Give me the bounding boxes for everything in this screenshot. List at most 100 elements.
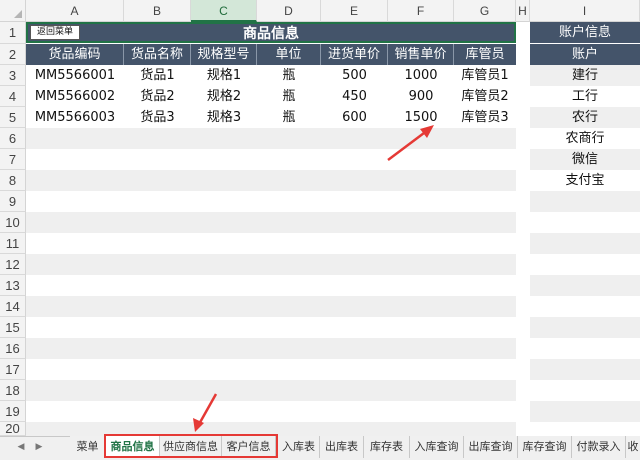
row-band-11[interactable]	[26, 233, 516, 254]
account-item[interactable]: 农商行	[530, 128, 640, 149]
row-header-4[interactable]: 4	[0, 86, 26, 107]
cell-unit[interactable]: 瓶	[257, 65, 321, 86]
cell-purchase-price[interactable]: 450	[321, 86, 388, 107]
column-header-a[interactable]: A	[26, 0, 124, 22]
row-header-1[interactable]: 1	[0, 22, 26, 44]
sheet-tab-inbound-query[interactable]: 入库查询	[410, 436, 464, 458]
cell-item-name[interactable]: 货品2	[124, 86, 191, 107]
row-band-6[interactable]	[26, 128, 516, 149]
header-keeper: 库管员	[454, 44, 516, 65]
cell-spec[interactable]: 规格1	[191, 65, 257, 86]
row-band-13[interactable]	[26, 275, 516, 296]
row-header-6[interactable]: 6	[0, 128, 26, 149]
row-band-19[interactable]	[26, 401, 516, 422]
row-band-12[interactable]	[26, 254, 516, 275]
row-header-18[interactable]: 18	[0, 380, 26, 401]
row-header-8[interactable]: 8	[0, 170, 26, 191]
row-band-18[interactable]	[26, 380, 516, 401]
cell-item-code[interactable]: MM5566001	[26, 65, 124, 86]
row-header-2[interactable]: 2	[0, 44, 26, 65]
column-header-b[interactable]: B	[124, 0, 191, 22]
annotation-arrow	[193, 393, 218, 432]
header-unit: 单位	[257, 44, 321, 65]
row-band-14[interactable]	[26, 296, 516, 317]
row-header-10[interactable]: 10	[0, 212, 26, 233]
select-all-corner[interactable]	[0, 0, 26, 22]
accounts-header: 账户	[530, 44, 640, 65]
cell-spec[interactable]: 规格3	[191, 107, 257, 128]
cell-unit[interactable]: 瓶	[257, 86, 321, 107]
header-item-code: 货品编码	[26, 44, 124, 65]
cell-purchase-price[interactable]: 500	[321, 65, 388, 86]
row-header-12[interactable]: 12	[0, 254, 26, 275]
sheet-tab-menu[interactable]: 菜单	[70, 436, 106, 458]
row-header-5[interactable]: 5	[0, 107, 26, 128]
column-header-i[interactable]: I	[530, 0, 640, 22]
row-header-14[interactable]: 14	[0, 296, 26, 317]
column-header-f[interactable]: F	[388, 0, 454, 22]
row-header-7[interactable]: 7	[0, 149, 26, 170]
row-header-19[interactable]: 19	[0, 401, 26, 422]
account-band[interactable]	[530, 317, 640, 338]
cell-sale-price[interactable]: 1000	[388, 65, 454, 86]
row-header-3[interactable]: 3	[0, 65, 26, 86]
row-header-15[interactable]: 15	[0, 317, 26, 338]
row-header-9[interactable]: 9	[0, 191, 26, 212]
sheet-tab-outbound-query[interactable]: 出库查询	[464, 436, 518, 458]
column-header-g[interactable]: G	[454, 0, 516, 22]
column-header-e[interactable]: E	[321, 0, 388, 22]
sheet-tab-more[interactable]: 收	[626, 436, 640, 458]
row-header-20[interactable]: 20	[0, 422, 26, 436]
column-header-d[interactable]: D	[257, 0, 321, 22]
row-band-10[interactable]	[26, 212, 516, 233]
highlight-box	[104, 434, 278, 458]
row-band-9[interactable]	[26, 191, 516, 212]
cell-keeper[interactable]: 库管员1	[454, 65, 516, 86]
scroll-right-icon[interactable]: ▶	[30, 436, 48, 458]
row-header-17[interactable]: 17	[0, 359, 26, 380]
row-band-16[interactable]	[26, 338, 516, 359]
sheet-title[interactable]: 商品信息	[26, 22, 516, 43]
accounts-title[interactable]: 账户信息	[530, 22, 640, 43]
cell-keeper[interactable]: 库管员3	[454, 107, 516, 128]
back-to-menu-button[interactable]: 返回菜单	[30, 25, 80, 40]
row-header-11[interactable]: 11	[0, 233, 26, 254]
cell-item-name[interactable]: 货品3	[124, 107, 191, 128]
account-band[interactable]	[530, 275, 640, 296]
column-header-c[interactable]: C	[191, 0, 257, 22]
row-header-16[interactable]: 16	[0, 338, 26, 359]
sheet-tab-payment-entry[interactable]: 付款录入	[572, 436, 626, 458]
account-band[interactable]	[530, 191, 640, 212]
cell-keeper[interactable]: 库管员2	[454, 86, 516, 107]
sheet-tab-stock-query[interactable]: 库存查询	[518, 436, 572, 458]
header-item-name: 货品名称	[124, 44, 191, 65]
sheet-tab-inbound[interactable]: 入库表	[278, 436, 320, 458]
row-band-15[interactable]	[26, 317, 516, 338]
account-band[interactable]	[530, 359, 640, 380]
row-header-13[interactable]: 13	[0, 275, 26, 296]
cell-sale-price[interactable]: 900	[388, 86, 454, 107]
cell-item-code[interactable]: MM5566002	[26, 86, 124, 107]
row-band-17[interactable]	[26, 359, 516, 380]
account-item[interactable]: 支付宝	[530, 170, 640, 191]
cell-purchase-price[interactable]: 600	[321, 107, 388, 128]
row-band-7[interactable]	[26, 149, 516, 170]
column-header-h[interactable]: H	[516, 0, 530, 22]
sheet-tab-outbound[interactable]: 出库表	[320, 436, 364, 458]
cell-unit[interactable]: 瓶	[257, 107, 321, 128]
cell-item-name[interactable]: 货品1	[124, 65, 191, 86]
header-sale-price: 销售单价	[388, 44, 454, 65]
cell-spec[interactable]: 规格2	[191, 86, 257, 107]
cell-item-code[interactable]: MM5566003	[26, 107, 124, 128]
annotation-arrow	[387, 125, 434, 161]
account-item[interactable]: 工行	[530, 86, 640, 107]
sheet-tab-stock[interactable]: 库存表	[364, 436, 410, 458]
account-band[interactable]	[530, 401, 640, 422]
row-band-8[interactable]	[26, 170, 516, 191]
account-band[interactable]	[530, 233, 640, 254]
scroll-left-icon[interactable]: ◀	[12, 436, 30, 458]
account-item[interactable]: 微信	[530, 149, 640, 170]
header-spec: 规格型号	[191, 44, 257, 65]
account-item[interactable]: 农行	[530, 107, 640, 128]
account-item[interactable]: 建行	[530, 65, 640, 86]
